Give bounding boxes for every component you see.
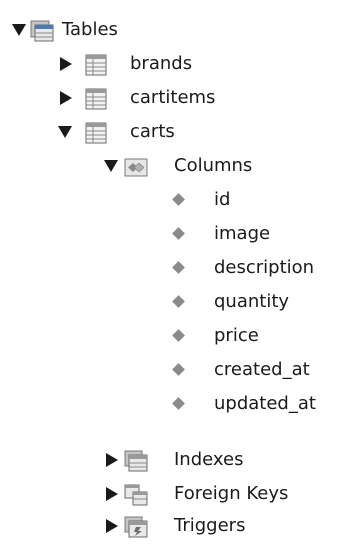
tree-node-indexes[interactable]: Indexes: [0, 444, 350, 478]
expand-arrow-icon[interactable]: [12, 24, 26, 36]
column-diamond-icon: [172, 295, 185, 308]
column-diamond-icon: [172, 193, 185, 206]
column-diamond-icon: [172, 397, 185, 410]
expand-arrow-icon[interactable]: [104, 160, 118, 172]
tree-node-foreign-keys[interactable]: Foreign Keys: [0, 478, 350, 512]
tree-node-column[interactable]: price: [0, 320, 350, 354]
tree-node-column[interactable]: created_at: [0, 354, 350, 388]
tree-node-column[interactable]: quantity: [0, 286, 350, 320]
column-diamond-icon: [172, 261, 185, 274]
tree-node-columns[interactable]: Columns: [0, 150, 350, 184]
triggers-icon: [124, 516, 148, 538]
tree-node-label: Columns: [174, 155, 253, 176]
column-label: created_at: [214, 359, 310, 380]
column-label: updated_at: [214, 393, 316, 414]
object-tree: Tables brands cartitems carts Columns id…: [0, 0, 350, 543]
collapse-arrow-icon[interactable]: [106, 519, 118, 533]
tree-node-table-brands[interactable]: brands: [0, 48, 350, 82]
collapse-arrow-icon[interactable]: [106, 453, 118, 467]
column-label: price: [214, 325, 259, 346]
tree-node-triggers[interactable]: Triggers: [0, 510, 350, 544]
column-label: quantity: [214, 291, 290, 312]
indexes-icon: [124, 450, 148, 472]
column-diamond-icon: [172, 227, 185, 240]
column-label: description: [214, 257, 315, 278]
expand-arrow-icon[interactable]: [58, 126, 72, 138]
foreign-keys-icon: [124, 484, 148, 506]
folder-table-icon: [30, 20, 54, 42]
tree-node-column[interactable]: description: [0, 252, 350, 286]
collapse-arrow-icon[interactable]: [60, 91, 72, 105]
tree-node-label: Triggers: [174, 515, 246, 536]
collapse-arrow-icon[interactable]: [60, 57, 72, 71]
folder-columns-icon: [124, 158, 148, 177]
collapse-arrow-icon[interactable]: [106, 487, 118, 501]
tree-node-label: Foreign Keys: [174, 483, 289, 504]
column-diamond-icon: [172, 329, 185, 342]
tree-node-column[interactable]: image: [0, 218, 350, 252]
tree-node-label: brands: [130, 53, 193, 74]
tree-node-label: cartitems: [130, 87, 216, 108]
column-label: id: [214, 189, 231, 210]
tree-node-label: carts: [130, 121, 175, 142]
table-icon: [85, 54, 107, 76]
tree-node-tables[interactable]: Tables: [0, 14, 350, 48]
tree-node-column[interactable]: updated_at: [0, 388, 350, 422]
tree-node-label: Tables: [62, 19, 118, 40]
tree-node-table-cartitems[interactable]: cartitems: [0, 82, 350, 116]
table-icon: [85, 88, 107, 110]
tree-node-column[interactable]: id: [0, 184, 350, 218]
column-diamond-icon: [172, 363, 185, 376]
column-label: image: [214, 223, 271, 244]
tree-node-label: Indexes: [174, 449, 244, 470]
table-icon: [85, 122, 107, 144]
tree-node-table-carts[interactable]: carts: [0, 116, 350, 150]
